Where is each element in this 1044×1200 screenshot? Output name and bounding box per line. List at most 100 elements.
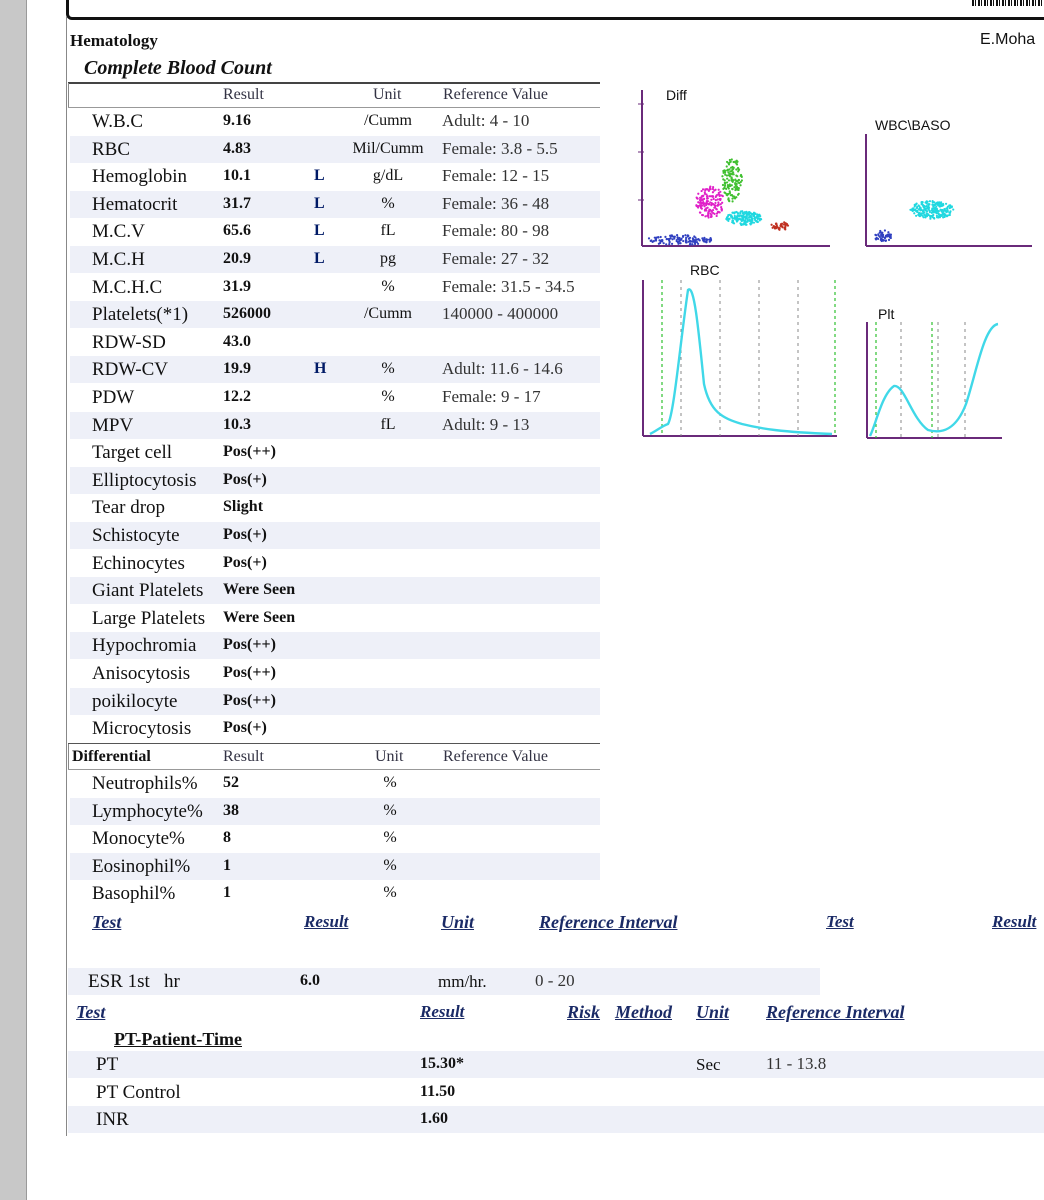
test-reference: Female: 31.5 - 34.5	[442, 277, 575, 296]
rbc-plot-label: RBC	[690, 262, 720, 278]
test-name: Eosinophil%	[92, 856, 191, 877]
test-result: Were Seen	[223, 609, 296, 626]
rbc-histogram	[642, 280, 837, 437]
test-name: PT Control	[96, 1082, 181, 1103]
test-name: Tear drop	[92, 497, 166, 518]
plt-histogram	[866, 322, 1002, 439]
test-name: INR	[96, 1109, 129, 1130]
test-name: Platelets(*1)	[92, 304, 189, 325]
pt-header-result: Result	[420, 1002, 465, 1021]
esr-header-test2: Test	[826, 912, 854, 931]
wbc-plot-label: WBC\BASO	[875, 117, 951, 133]
cbc-row: RBC 4.83 Mil/Cumm Female: 3.8 - 5.5	[70, 136, 600, 163]
cbc-title: Complete Blood Count	[84, 57, 272, 79]
cbc-col-result: Result	[223, 86, 264, 103]
cbc-row: Hypochromia Pos(++)	[70, 632, 600, 659]
test-name: Large Platelets	[92, 608, 206, 629]
cbc-row: RDW-SD 43.0	[70, 329, 600, 356]
cbc-row: Hematocrit 31.7 L% Female: 36 - 48	[70, 191, 600, 218]
test-unit: %	[383, 857, 397, 874]
esr-unit: mm/hr.	[438, 972, 487, 991]
esr-header-result: Result	[304, 912, 349, 931]
differential-row: Lymphocyte% 38%	[70, 798, 600, 825]
pt-header-unit: Unit	[696, 1002, 730, 1022]
pt-header-test: Test	[76, 1002, 106, 1022]
test-unit: %	[381, 388, 395, 405]
test-result: Slight	[223, 498, 264, 515]
test-result: 12.2	[223, 388, 251, 405]
esr-header-result2: Result	[992, 912, 1037, 931]
differential-row: Neutrophils% 52%	[70, 770, 600, 797]
esr-header-test: Test	[92, 912, 122, 932]
pt-row: PT 15.30* Sec 11 - 13.8	[68, 1051, 1044, 1078]
differential-row: Eosinophil% 1%	[70, 853, 600, 880]
cbc-row: PDW 12.2% Female: 9 - 17	[70, 384, 600, 411]
test-result: Pos(+)	[223, 719, 267, 736]
test-result: Pos(++)	[223, 664, 276, 681]
test-result: 9.16	[223, 112, 251, 129]
test-unit: Mil/Cumm	[352, 140, 424, 157]
test-reference: Female: 27 - 32	[442, 249, 550, 268]
cbc-row: poikilocyte Pos(++)	[70, 688, 600, 715]
cbc-col-ref: Reference Value	[443, 86, 548, 103]
esr-header-unit: Unit	[441, 912, 475, 932]
test-reference: Female: 36 - 48	[442, 194, 550, 213]
cbc-row: Target cell Pos(++)	[70, 439, 600, 466]
test-name: poikilocyte	[92, 691, 178, 712]
test-name: W.B.C	[92, 111, 144, 132]
cbc-row: M.C.H 20.9 Lpg Female: 27 - 32	[70, 246, 600, 273]
test-name: Hemoglobin	[92, 166, 187, 187]
test-name: Neutrophils%	[92, 773, 198, 794]
cbc-row: Anisocytosis Pos(++)	[70, 660, 600, 687]
test-result: 4.83	[223, 140, 251, 157]
cbc-header-top-line	[68, 82, 600, 84]
test-unit: Sec	[696, 1055, 721, 1074]
cbc-row: Schistocyte Pos(+)	[70, 522, 600, 549]
window-left-edge	[0, 0, 27, 1200]
test-result: 38	[223, 802, 239, 819]
test-result: Were Seen	[223, 581, 296, 598]
test-result: Pos(++)	[223, 443, 276, 460]
test-reference: Adult: 9 - 13	[442, 415, 530, 434]
page-left-border	[66, 16, 67, 1136]
test-unit: %	[383, 802, 397, 819]
test-result: 11.50	[420, 1083, 456, 1100]
cbc-row: M.C.H.C 31.9% Female: 31.5 - 34.5	[70, 274, 600, 301]
test-unit: pg	[380, 250, 396, 267]
test-name: M.C.H	[92, 249, 145, 270]
test-result: Pos(+)	[223, 554, 267, 571]
test-name: Monocyte%	[92, 828, 185, 849]
diff-title: Differential	[72, 748, 151, 765]
test-result: 10.1	[223, 167, 251, 184]
diff-scatter	[638, 90, 830, 247]
test-name: Giant Platelets	[92, 580, 204, 601]
test-flag: L	[314, 167, 325, 184]
test-name: M.C.V	[92, 221, 145, 242]
test-result: 1.60	[420, 1110, 448, 1127]
cbc-row: Giant Platelets Were Seen	[70, 577, 600, 604]
cbc-row: RDW-CV 19.9 H% Adult: 11.6 - 14.6	[70, 356, 600, 383]
cbc-header-left-edge	[68, 83, 69, 107]
cbc-row: Microcytosis Pos(+)	[70, 715, 600, 742]
section-title: Hematology	[70, 31, 158, 50]
test-flag: L	[314, 222, 325, 239]
test-name: RDW-CV	[92, 359, 168, 380]
test-unit: %	[383, 774, 397, 791]
esr-name: ESR 1st hr	[88, 971, 180, 992]
test-result: 15.30*	[420, 1055, 464, 1072]
test-result: 31.9	[223, 278, 251, 295]
diff-plot-label: Diff	[666, 87, 687, 103]
test-result: 65.6	[223, 222, 251, 239]
test-reference: 11 - 13.8	[766, 1054, 827, 1073]
test-unit: fL	[380, 222, 396, 239]
test-flag: L	[314, 195, 325, 212]
diff-col-ref: Reference Value	[443, 748, 548, 765]
test-unit: /Cumm	[363, 305, 412, 322]
cbc-row: W.B.C 9.16/Cumm Adult: 4 - 10	[70, 108, 600, 135]
test-result: Pos(+)	[223, 526, 267, 543]
test-name: Target cell	[92, 442, 173, 463]
test-name: Schistocyte	[92, 525, 180, 546]
test-result: Pos(++)	[223, 636, 276, 653]
pt-header-method: Method	[615, 1002, 673, 1022]
cbc-row: Platelets(*1) 526000/Cumm 140000 - 400000	[70, 301, 600, 328]
